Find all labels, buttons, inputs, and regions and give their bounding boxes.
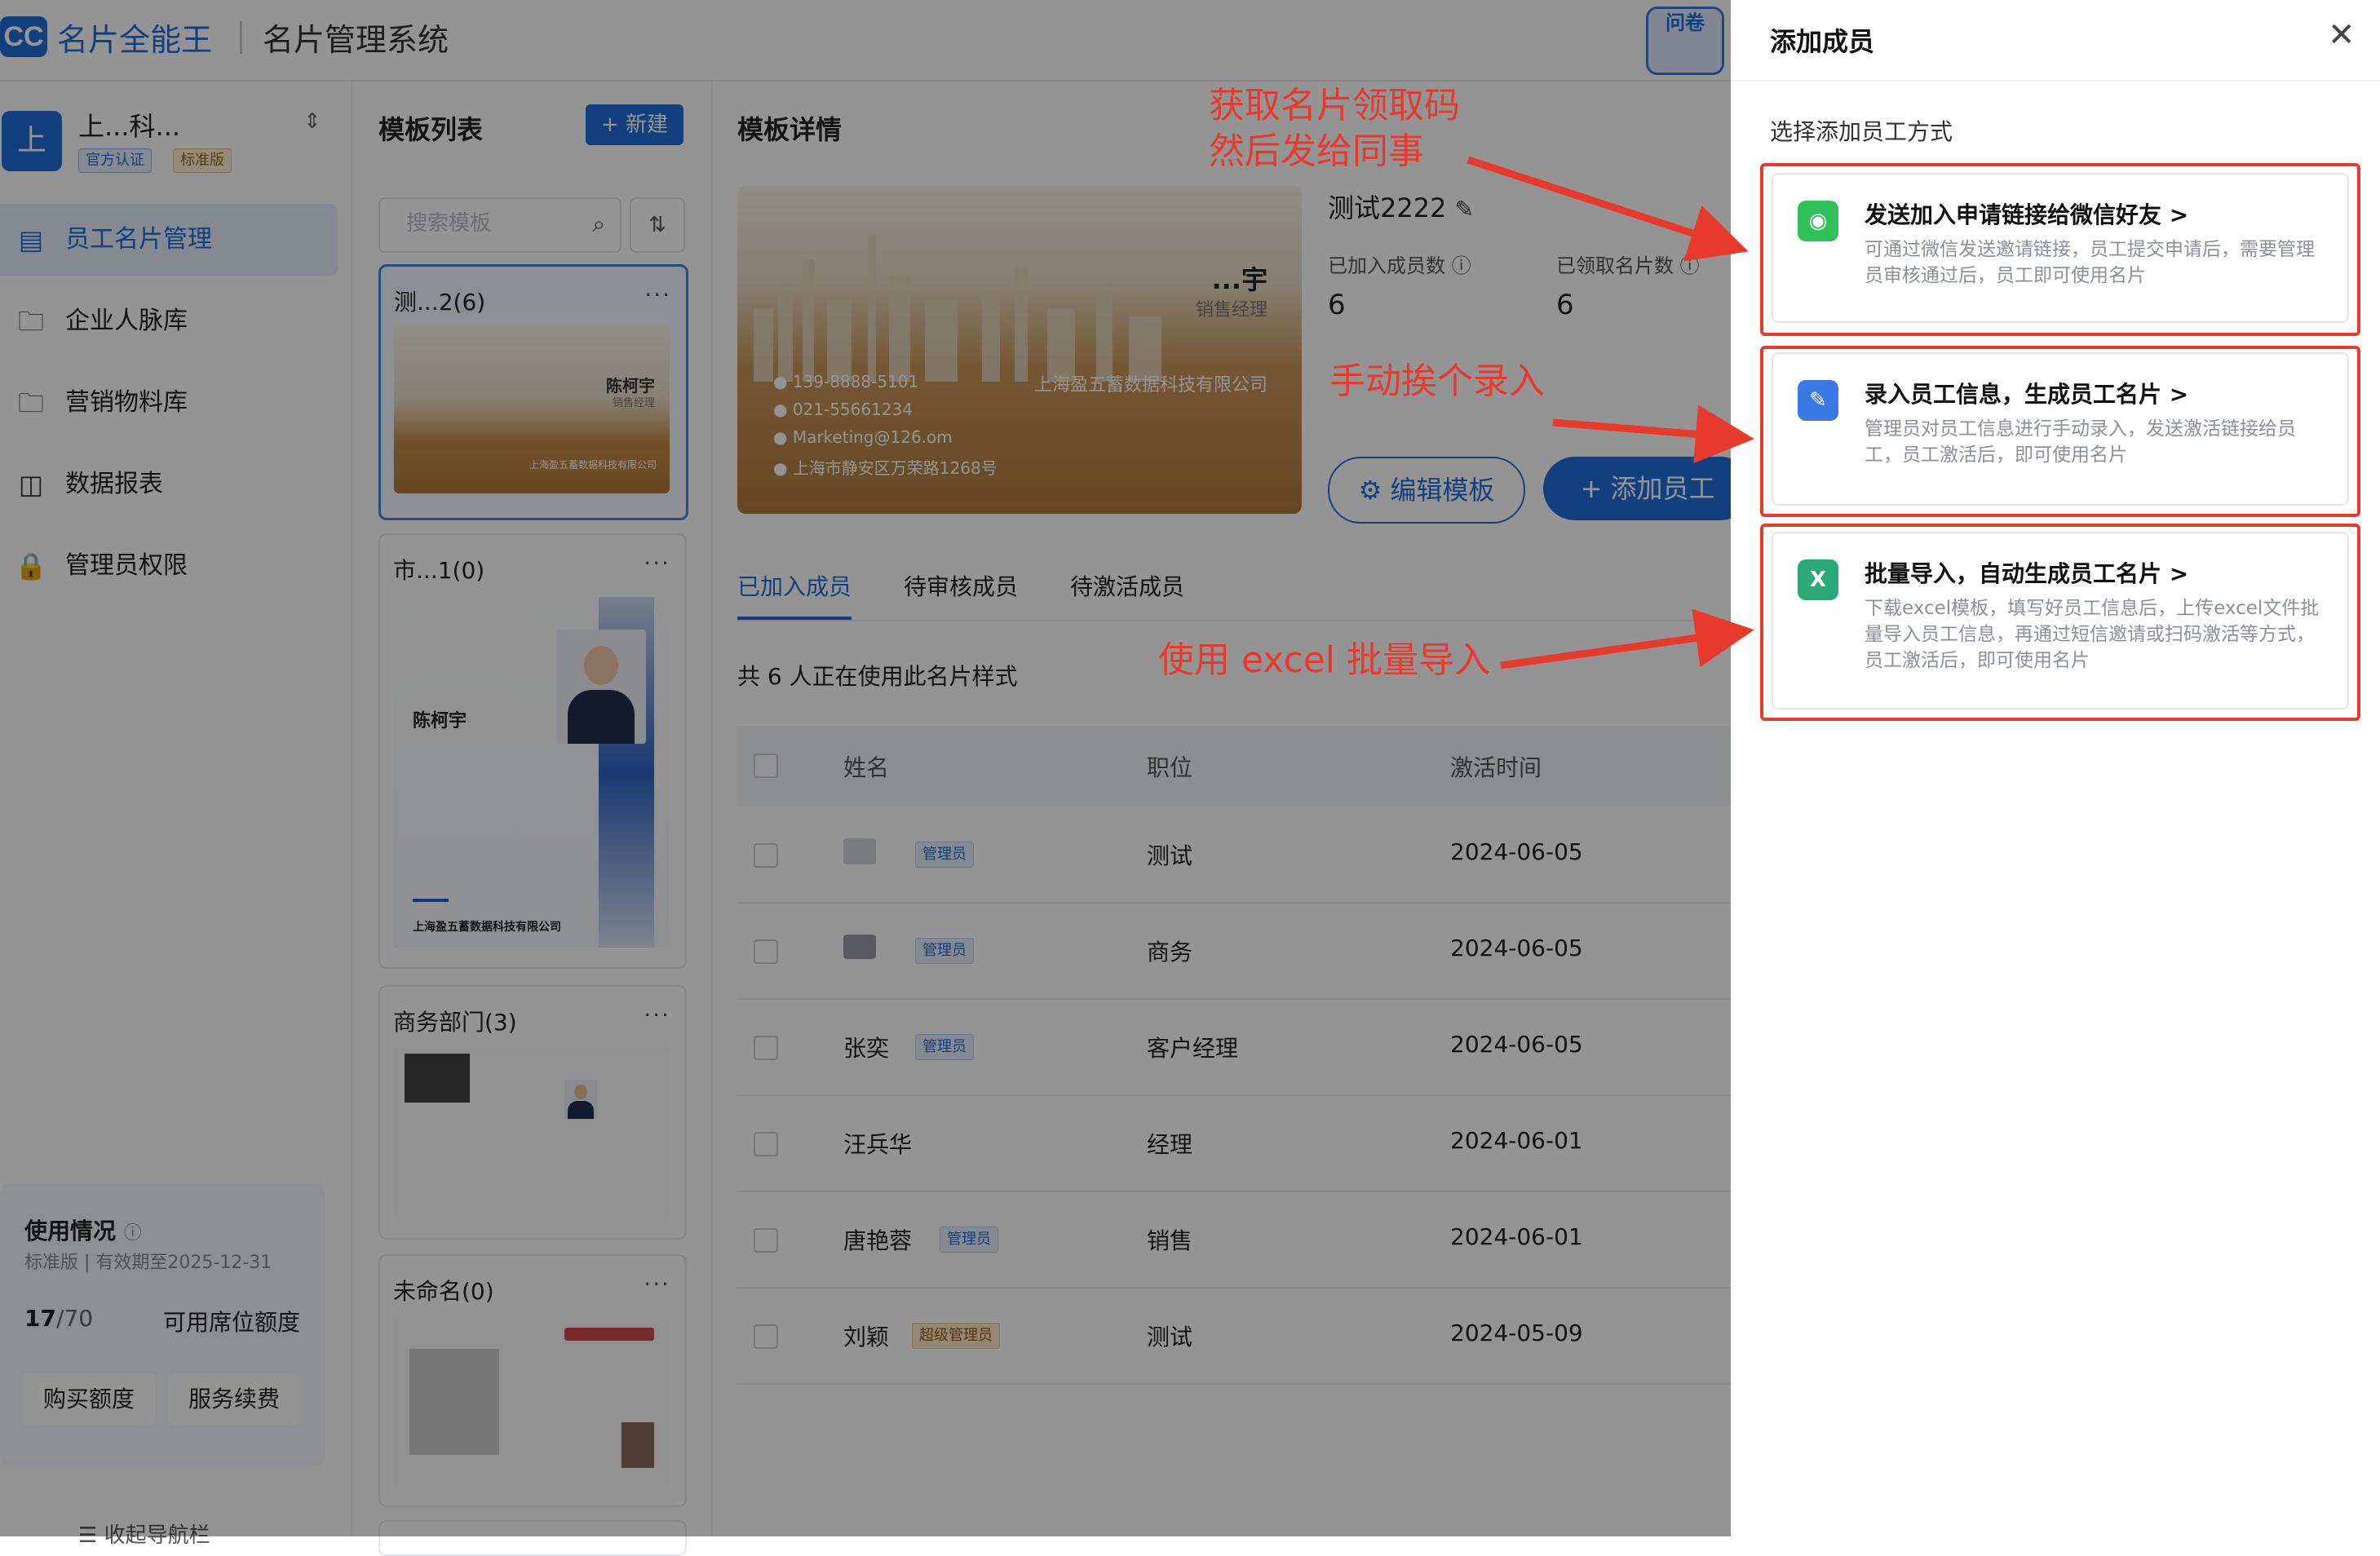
annotation-arrow	[1552, 404, 1754, 464]
annotation-arrow	[1466, 156, 1749, 262]
annotation-arrow	[1500, 608, 1754, 670]
annotation-arrows	[1466, 156, 1754, 670]
